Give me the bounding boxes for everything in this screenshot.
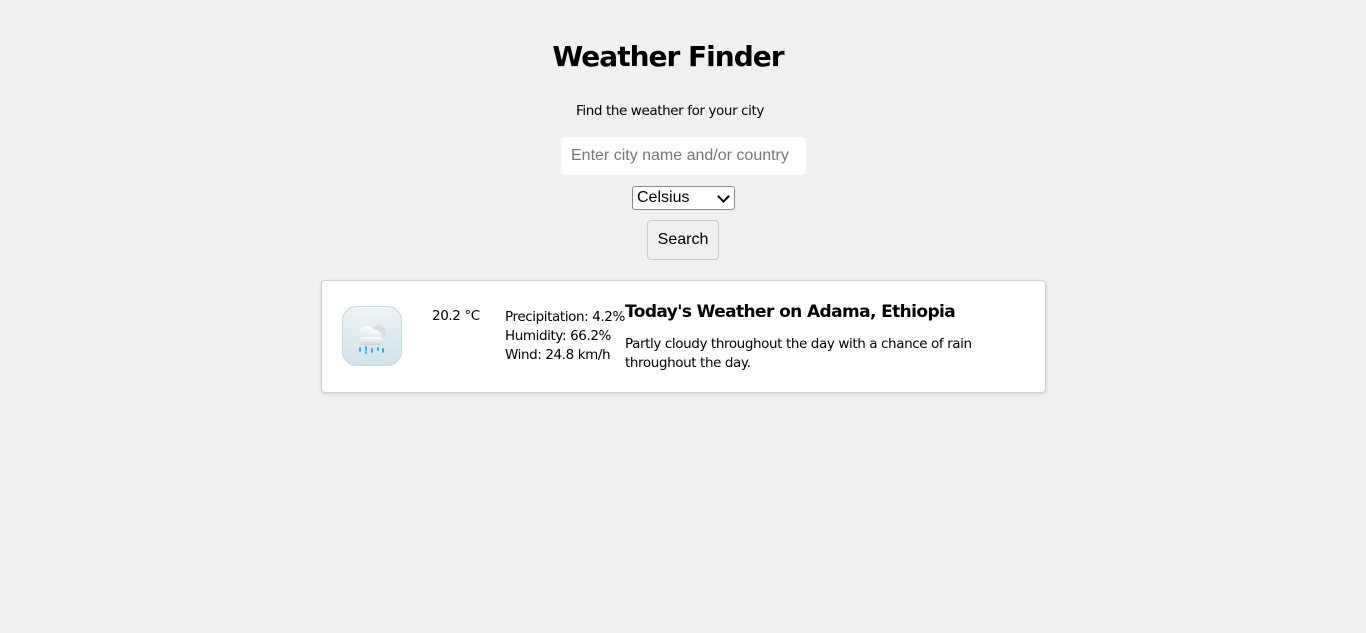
- humidity-value: Humidity: 66.2%: [505, 328, 611, 344]
- rain-cloud-icon: [342, 306, 402, 366]
- city-search-input[interactable]: [561, 137, 806, 175]
- precipitation-value: Precipitation: 4.2%: [505, 309, 625, 325]
- weather-stats: Precipitation: 4.2% Humidity: 66.2% Wind…: [505, 308, 625, 365]
- temperature-value: 20.2 °C: [432, 308, 480, 324]
- weather-description: Partly cloudy throughout the day with a …: [625, 336, 972, 371]
- unit-select-value: Celsius: [637, 189, 690, 206]
- page-title: Weather Finder: [552, 40, 784, 73]
- weather-result-card: 20.2 °C Precipitation: 4.2% Humidity: 66…: [321, 280, 1046, 393]
- chevron-down-icon: [717, 189, 730, 203]
- search-button[interactable]: Search: [647, 220, 719, 260]
- weather-finder-page: Weather Finder Find the weather for your…: [0, 0, 1366, 633]
- wind-value: Wind: 24.8 km/h: [505, 347, 611, 363]
- unit-select[interactable]: Celsius: [632, 186, 735, 210]
- weather-headline: Today's Weather on Adama, Ethiopia: [625, 302, 956, 322]
- page-subtitle: Find the weather for your city: [576, 103, 764, 119]
